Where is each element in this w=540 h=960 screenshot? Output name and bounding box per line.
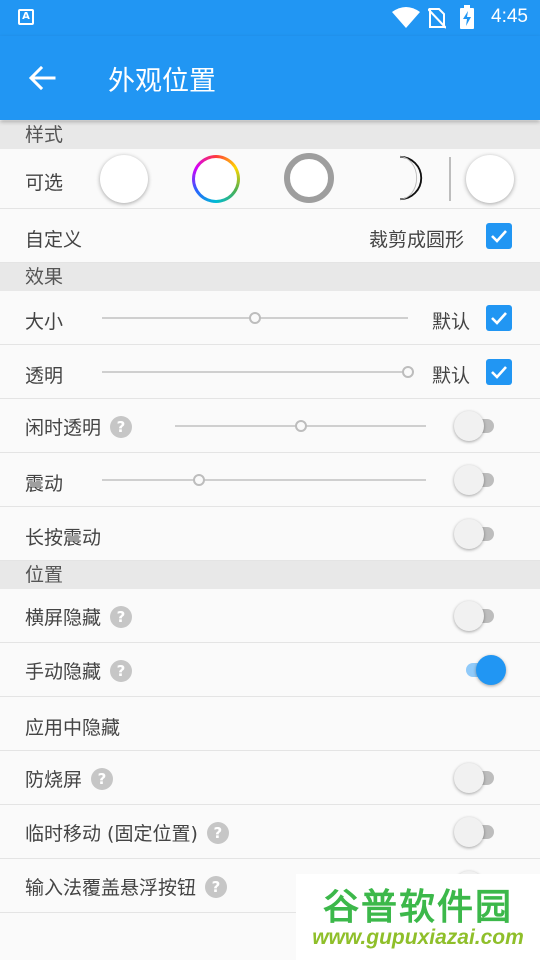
- landscape-hide-label: 横屏隐藏?: [25, 603, 133, 630]
- wifi-icon: [392, 7, 420, 28]
- long-press-vibration-label: 长按震动: [25, 527, 102, 549]
- help-icon[interactable]: ?: [205, 876, 228, 898]
- style-option-selected-white[interactable]: [466, 155, 514, 203]
- section-header-effect: 效果: [0, 263, 540, 291]
- checkmark-icon: [491, 312, 507, 325]
- app-notification-icon: A: [18, 9, 34, 25]
- row-long-press-vibration: 长按震动: [0, 507, 540, 561]
- row-custom[interactable]: 自定义 裁剪成圆形: [0, 209, 540, 263]
- watermark: 谷普软件园 www.gupuxiazai.com: [296, 874, 540, 960]
- row-size: 大小 默认: [0, 291, 540, 345]
- row-style-optional: 可选: [0, 149, 540, 209]
- row-transparency: 透明 默认: [0, 345, 540, 399]
- transparency-default-checkbox[interactable]: [486, 359, 512, 385]
- row-hide-in-apps[interactable]: 应用中隐藏: [0, 697, 540, 751]
- section-header-style: 样式: [0, 121, 540, 149]
- back-arrow-icon[interactable]: [24, 60, 60, 96]
- size-slider[interactable]: [102, 312, 408, 324]
- battery-charging-icon: [460, 5, 474, 29]
- style-divider: [449, 157, 451, 201]
- idle-transparency-slider-thumb[interactable]: [294, 420, 307, 432]
- transparency-slider-thumb[interactable]: [402, 366, 414, 378]
- clock: 4:45: [491, 6, 528, 27]
- row-idle-transparency: 闲时透明?: [0, 399, 540, 453]
- help-icon[interactable]: ?: [110, 660, 133, 682]
- idle-transparency-slider[interactable]: [175, 420, 426, 432]
- crop-circle-label: 裁剪成圆形: [369, 229, 465, 251]
- row-manual-hide: 手动隐藏?: [0, 643, 540, 697]
- checkmark-icon: [491, 366, 507, 379]
- page-title: 外观位置: [108, 66, 216, 97]
- style-option-half-moon[interactable]: [376, 154, 424, 202]
- row-burn-in: 防烧屏?: [0, 751, 540, 805]
- size-default-label: 默认: [432, 311, 471, 333]
- burn-in-switch[interactable]: [454, 763, 506, 793]
- custom-label: 自定义: [25, 229, 83, 251]
- vibration-slider[interactable]: [102, 474, 426, 486]
- vibration-label: 震动: [25, 473, 64, 495]
- style-option-gray-ring[interactable]: [284, 153, 334, 203]
- optional-label: 可选: [25, 172, 64, 194]
- ime-cover-label: 输入法覆盖悬浮按钮?: [25, 873, 228, 900]
- size-label: 大小: [25, 311, 64, 333]
- style-option-rainbow-ring[interactable]: [192, 155, 240, 203]
- help-icon[interactable]: ?: [206, 822, 229, 844]
- transparency-label: 透明: [25, 365, 64, 387]
- hide-in-apps-label: 应用中隐藏: [25, 717, 121, 739]
- checkmark-icon: [491, 230, 507, 243]
- style-option-plain-white[interactable]: [100, 155, 148, 203]
- watermark-logo-text: 谷普软件园: [322, 887, 513, 928]
- temp-move-label: 临时移动 (固定位置)?: [25, 819, 229, 846]
- size-default-checkbox[interactable]: [486, 305, 512, 331]
- help-icon[interactable]: ?: [110, 606, 133, 628]
- vibration-switch[interactable]: [454, 465, 506, 495]
- manual-hide-label: 手动隐藏?: [25, 657, 133, 684]
- row-temp-move: 临时移动 (固定位置)?: [0, 805, 540, 859]
- transparency-slider[interactable]: [102, 366, 414, 378]
- row-vibration: 震动: [0, 453, 540, 507]
- idle-transparency-label: 闲时透明?: [25, 413, 133, 440]
- manual-hide-switch[interactable]: [454, 655, 506, 685]
- long-press-vibration-switch[interactable]: [454, 519, 506, 549]
- size-slider-thumb[interactable]: [249, 312, 261, 324]
- row-landscape-hide: 横屏隐藏?: [0, 589, 540, 643]
- temp-move-switch[interactable]: [454, 817, 506, 847]
- idle-transparency-switch[interactable]: [454, 411, 506, 441]
- no-sim-icon: [428, 8, 446, 29]
- transparency-default-label: 默认: [432, 365, 471, 387]
- burn-in-label: 防烧屏?: [25, 765, 114, 792]
- help-icon[interactable]: ?: [91, 768, 114, 790]
- status-bar: A 4:45: [0, 0, 540, 36]
- app-bar: 外观位置: [0, 36, 540, 120]
- section-header-position: 位置: [0, 561, 540, 589]
- vibration-slider-thumb[interactable]: [193, 474, 206, 486]
- landscape-hide-switch[interactable]: [454, 601, 506, 631]
- watermark-url: www.gupuxiazai.com: [312, 926, 524, 949]
- help-icon[interactable]: ?: [110, 416, 133, 438]
- crop-circle-checkbox[interactable]: [486, 223, 512, 249]
